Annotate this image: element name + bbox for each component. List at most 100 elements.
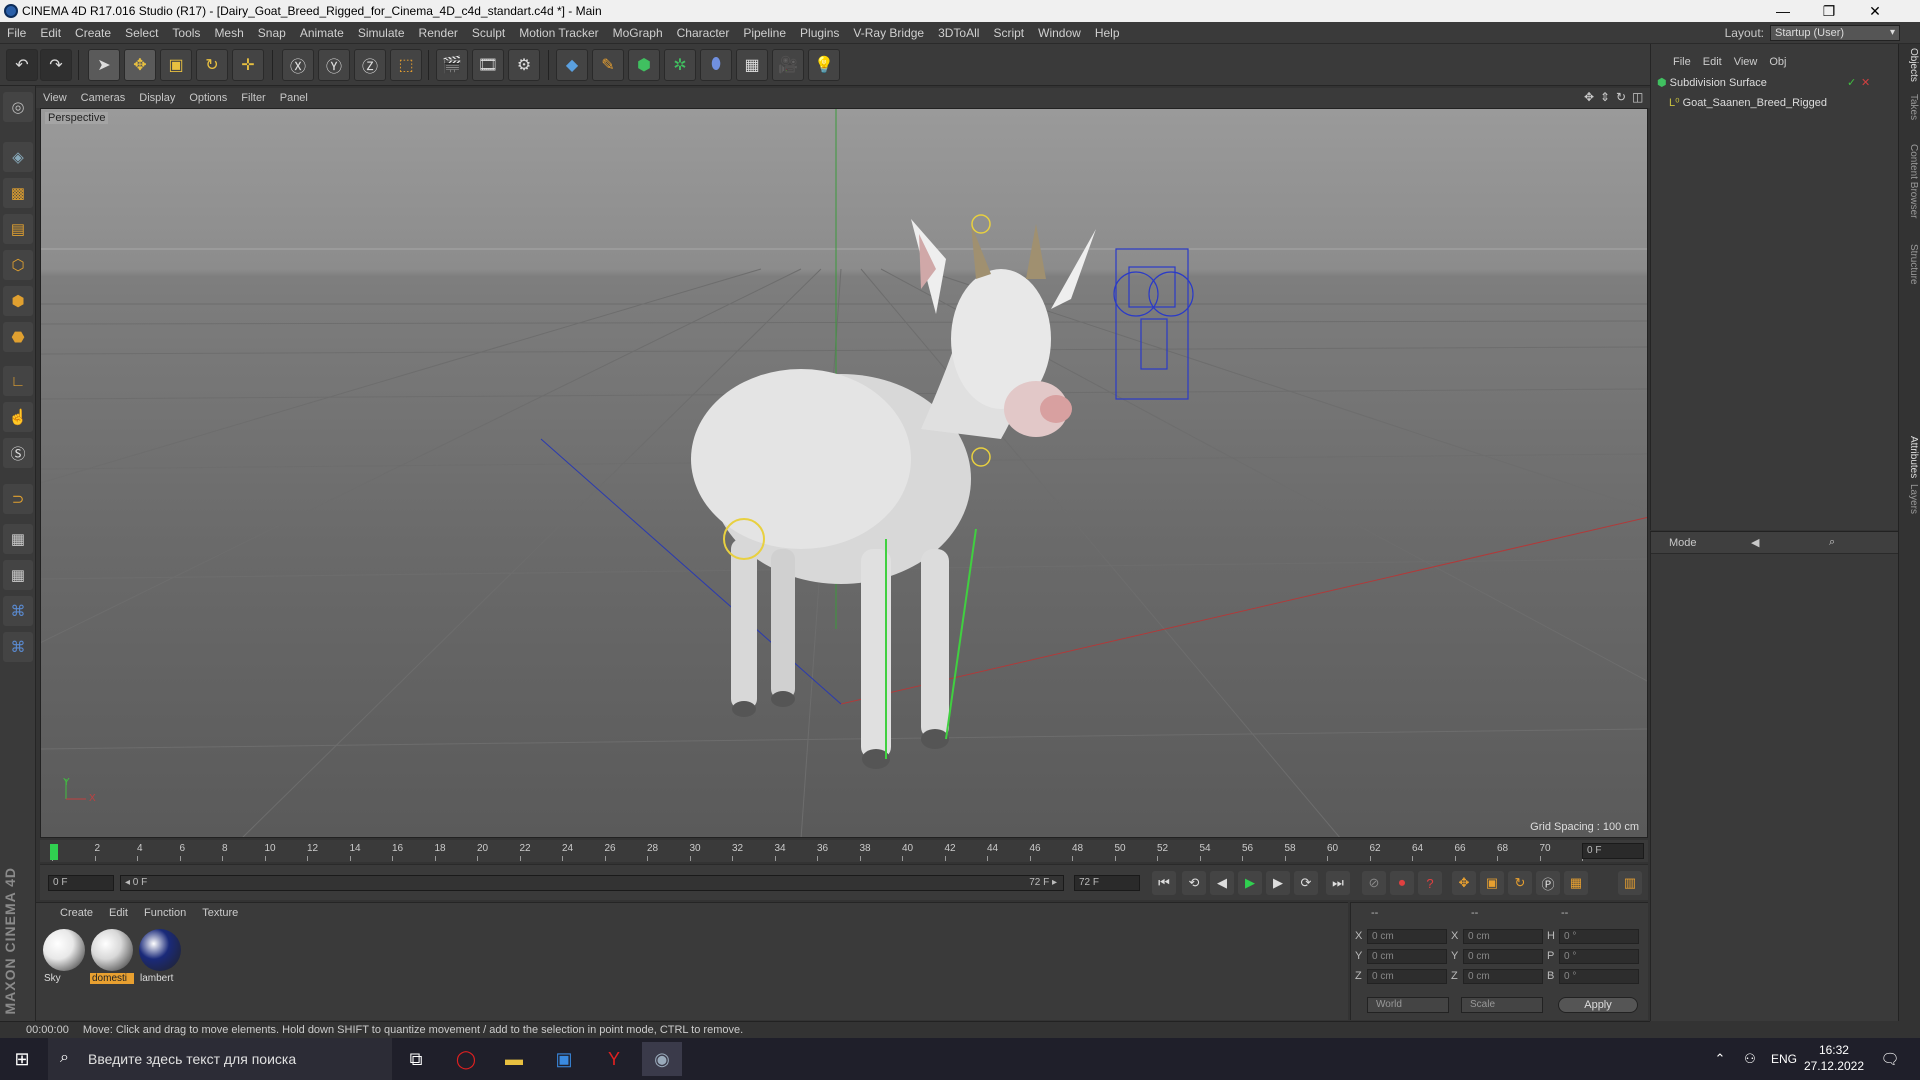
last-tool-icon[interactable]: ✛	[232, 49, 264, 81]
opera-icon[interactable]: ◯	[446, 1042, 486, 1076]
object-menu-file[interactable]: File	[1667, 52, 1697, 72]
viewport-menu-filter[interactable]: Filter	[234, 88, 272, 108]
menu-edit[interactable]: Edit	[33, 22, 68, 44]
go-to-start-icon[interactable]: ⏮	[1152, 871, 1176, 895]
key-position-icon[interactable]: ✥	[1452, 871, 1476, 895]
cinema4d-taskbar-icon[interactable]: ◉	[642, 1042, 682, 1076]
menu-plugins[interactable]: Plugins	[793, 22, 846, 44]
material-swatch[interactable]: domesti	[90, 927, 134, 987]
menu-select[interactable]: Select	[118, 22, 165, 44]
end-frame-field[interactable]: 72 F	[1074, 875, 1140, 891]
menu-file[interactable]: File	[0, 22, 33, 44]
minimize-button[interactable]: —	[1760, 0, 1806, 22]
right-tab-attributes[interactable]: Attributes	[1901, 436, 1919, 478]
viewport-move-icon[interactable]: ✥	[1584, 90, 1594, 104]
photos-icon[interactable]: ▣	[544, 1042, 584, 1076]
coord-value-field[interactable]: 0 cm	[1367, 969, 1447, 984]
close-button[interactable]: ✕	[1852, 0, 1898, 22]
render-picture-viewer-icon[interactable]: 🎞	[472, 49, 504, 81]
frame-range-slider[interactable]: ◂ 0 F 72 F ▸	[120, 875, 1064, 891]
material-menu-edit[interactable]: Edit	[101, 903, 136, 923]
viewport-menu-display[interactable]: Display	[132, 88, 182, 108]
notifications-icon[interactable]: 🗨	[1870, 1042, 1910, 1076]
menu-simulate[interactable]: Simulate	[351, 22, 412, 44]
key-param-icon[interactable]: Ⓟ	[1536, 871, 1560, 895]
rig-controller[interactable]	[1113, 248, 1194, 400]
task-view-icon[interactable]: ⧉	[396, 1042, 436, 1076]
deformer-icon[interactable]: ⬮	[700, 49, 732, 81]
light-icon[interactable]: 💡	[808, 49, 840, 81]
texture-mode-icon[interactable]: ▩	[3, 178, 33, 208]
start-button-icon[interactable]: ⊞	[2, 1042, 42, 1076]
yandex-browser-icon[interactable]: Y	[594, 1042, 634, 1076]
attribute-search-icon[interactable]: ⌕	[1829, 536, 1835, 549]
viewport-layout-icon[interactable]: ◫	[1632, 90, 1643, 104]
viewport-camera-label[interactable]: Perspective	[45, 112, 109, 124]
magnet-icon[interactable]: ⊃	[3, 484, 33, 514]
render-view-icon[interactable]: 🎬	[436, 49, 468, 81]
menu-mograph[interactable]: MoGraph	[606, 22, 670, 44]
timeline-layout-icon[interactable]: ▥	[1618, 871, 1642, 895]
motion-path-icon[interactable]: ⊘	[1362, 871, 1386, 895]
array-icon[interactable]: ✲	[664, 49, 696, 81]
coord-value-field[interactable]: 0 °	[1559, 929, 1639, 944]
viewport-menu-options[interactable]: Options	[182, 88, 234, 108]
material-menu-create[interactable]: Create	[52, 903, 101, 923]
subdivision-surface-icon[interactable]: ⬢	[628, 49, 660, 81]
timeline-ruler[interactable]: 0246810121416182022242628303234363840424…	[40, 840, 1648, 862]
object-menu-obj[interactable]: Obj	[1763, 52, 1792, 72]
move-tool-icon[interactable]: ✥	[124, 49, 156, 81]
coord-value-field[interactable]: 0 cm	[1463, 949, 1543, 964]
right-tab-layers[interactable]: Layers	[1901, 484, 1919, 514]
locked-workplane-icon[interactable]: ▦	[3, 560, 33, 590]
menu-motion-tracker[interactable]: Motion Tracker	[512, 22, 605, 44]
workplane-mode-icon[interactable]: ▤	[3, 214, 33, 244]
python-icon[interactable]: ⌘	[3, 596, 33, 626]
record-icon[interactable]: ⏺	[1390, 871, 1414, 895]
right-tab-content-browser[interactable]: Content Browser	[1901, 144, 1919, 218]
x-axis-lock-icon[interactable]: Ⓧ	[282, 49, 314, 81]
coord-value-field[interactable]: 0 cm	[1463, 969, 1543, 984]
viewport-menu-cameras[interactable]: Cameras	[74, 88, 133, 108]
coord-value-field[interactable]: 0 °	[1559, 949, 1639, 964]
points-mode-icon[interactable]: ⬡	[3, 250, 33, 280]
menu-mesh[interactable]: Mesh	[207, 22, 250, 44]
coord-value-field[interactable]: 0 cm	[1367, 929, 1447, 944]
z-axis-lock-icon[interactable]: Ⓩ	[354, 49, 386, 81]
object-menu-edit[interactable]: Edit	[1697, 52, 1728, 72]
material-menu-texture[interactable]: Texture	[194, 903, 246, 923]
menu-help[interactable]: Help	[1088, 22, 1127, 44]
axis-mode-icon[interactable]: ∟	[3, 366, 33, 396]
right-tab-structure[interactable]: Structure	[1901, 244, 1919, 285]
key-scale-icon[interactable]: ▣	[1480, 871, 1504, 895]
live-selection-icon[interactable]: ➤	[88, 49, 120, 81]
menu-v-ray-bridge[interactable]: V-Ray Bridge	[846, 22, 931, 44]
menu-pipeline[interactable]: Pipeline	[736, 22, 793, 44]
coord-value-field[interactable]: 0 cm	[1367, 949, 1447, 964]
key-pla-icon[interactable]: ▦	[1564, 871, 1588, 895]
apply-button[interactable]: Apply	[1558, 997, 1638, 1013]
taskbar-search[interactable]: Введите здесь текст для поиска	[48, 1038, 392, 1080]
model-mode-icon[interactable]: ◈	[3, 142, 33, 172]
autokey-icon[interactable]: ?	[1418, 871, 1442, 895]
object-row-subdivision[interactable]: ⬢ Subdivision Surface ✓ ✕	[1657, 74, 1870, 92]
viewport-menu-panel[interactable]: Panel	[273, 88, 315, 108]
start-frame-field[interactable]: 0 F	[48, 875, 114, 891]
attribute-nav-back-icon[interactable]: ◀	[1751, 536, 1759, 549]
material-menu-function[interactable]: Function	[136, 903, 194, 923]
language-indicator[interactable]: ENG	[1764, 1042, 1804, 1076]
coord-value-field[interactable]: 0 °	[1559, 969, 1639, 984]
object-row-goat[interactable]: L⁰ Goat_Saanen_Breed_Rigged	[1669, 94, 1827, 112]
coord-value-field[interactable]: 0 cm	[1463, 929, 1543, 944]
camera-icon[interactable]: 🎥	[772, 49, 804, 81]
next-frame-icon[interactable]: ▶	[1266, 871, 1290, 895]
disable-cross-icon[interactable]: ✕	[1861, 74, 1870, 92]
file-explorer-icon[interactable]: ▬	[494, 1042, 534, 1076]
cube-object-icon[interactable]: ◆	[556, 49, 588, 81]
layout-dropdown[interactable]: Startup (User)	[1770, 25, 1900, 41]
taskbar-clock[interactable]: 16:32 27.12.2022	[1804, 1042, 1864, 1074]
current-frame-field[interactable]: 0 F	[1582, 843, 1644, 859]
menu-3dtoall[interactable]: 3DToAll	[931, 22, 986, 44]
menu-window[interactable]: Window	[1031, 22, 1088, 44]
attribute-mode-menu[interactable]: Mode	[1651, 537, 1697, 549]
